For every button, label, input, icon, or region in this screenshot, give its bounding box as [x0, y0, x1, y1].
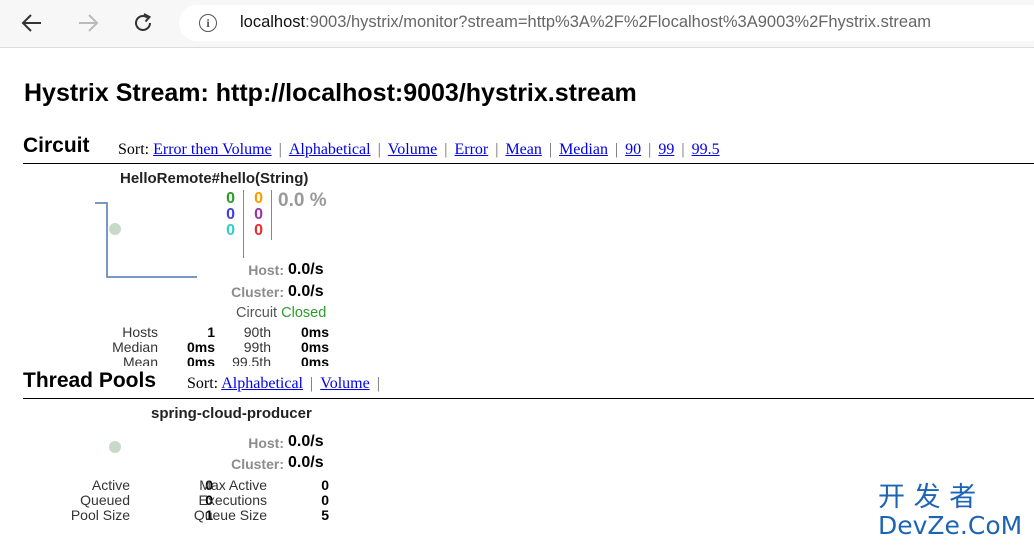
- stats-row: Hosts 1 90th 0ms: [60, 325, 335, 340]
- circuit-latency-stats: Hosts 1 90th 0ms Median 0ms 99th 0ms Mea…: [60, 325, 335, 366]
- stat-value: 0ms: [186, 354, 215, 367]
- sort-separator: |: [495, 141, 499, 158]
- url-host: localhost: [240, 13, 306, 31]
- back-button[interactable]: [15, 6, 49, 40]
- circuit-sort-error-then-volume[interactable]: Error then Volume: [153, 141, 272, 158]
- circuit-title: Circuit: [23, 134, 90, 157]
- stats-row: Mean 0ms 99.5th 0ms: [60, 354, 335, 367]
- thread-pool-health-circle: [109, 441, 121, 453]
- circuit-sort-bar: Sort: Error then Volume | Alphabetical | Vol…: [118, 141, 720, 159]
- sort-separator: |: [376, 375, 380, 392]
- back-arrow-icon: [21, 14, 41, 32]
- circuit-sort-99[interactable]: 99: [658, 141, 674, 158]
- sort-separator: |: [614, 141, 619, 158]
- sort-separator: |: [681, 141, 685, 158]
- stat-label: 99th: [243, 339, 271, 355]
- stat-value: 0ms: [300, 325, 329, 340]
- circuit-sparkline: [95, 202, 197, 278]
- stat-label: Queue Size: [193, 507, 267, 523]
- sort-separator: |: [548, 141, 553, 158]
- stat-value: 0ms: [300, 339, 329, 355]
- stat-value: 0: [321, 477, 329, 493]
- stats-row: Pool Size 1 Queue Size 5: [40, 508, 335, 523]
- forward-arrow-icon: [79, 14, 99, 32]
- circuit-sort-alphabetical[interactable]: Alphabetical: [289, 141, 371, 158]
- counts-divider: [243, 190, 244, 258]
- stat-value: 0ms: [300, 354, 329, 367]
- sort-separator: |: [444, 141, 448, 158]
- devze-watermark-logo: 开 发 者 DevZe.CoM: [878, 482, 1022, 540]
- stat-label: Median: [112, 339, 158, 355]
- sort-label: Sort:: [187, 375, 219, 392]
- circuit-divider: [23, 163, 1034, 164]
- address-bar[interactable]: i localhost:9003/hystrix/monitor?stream=…: [179, 5, 1034, 41]
- circuit-status-value: Closed: [281, 305, 327, 321]
- forward-button[interactable]: [71, 6, 105, 40]
- sort-separator: |: [278, 141, 282, 158]
- pct-divider: [271, 190, 272, 240]
- stat-label: Hosts: [122, 325, 158, 340]
- circuit-sort-90[interactable]: 90: [625, 141, 641, 158]
- cluster-rate-label: Cluster:: [231, 456, 284, 472]
- browser-toolbar: i localhost:9003/hystrix/monitor?stream=…: [0, 0, 1034, 48]
- circuit-sort-error[interactable]: Error: [454, 141, 488, 158]
- thread-pools-sort-bar: Sort: Alphabetical | Volume |: [187, 375, 387, 393]
- host-rate-label: Host:: [248, 262, 284, 278]
- sort-label: Sort:: [118, 141, 150, 158]
- pool-sort-alphabetical[interactable]: Alphabetical: [221, 375, 303, 392]
- sort-separator: |: [310, 375, 314, 392]
- info-icon[interactable]: i: [199, 14, 217, 32]
- error-percentage: 0.0 %: [278, 190, 327, 211]
- sort-separator: |: [648, 141, 652, 158]
- cluster-rate: 0.0/s: [288, 454, 324, 471]
- circuit-status: Circuit Closed: [236, 305, 326, 321]
- thread-pools-title: Thread Pools: [23, 369, 157, 392]
- stat-label: 99.5th: [232, 354, 271, 367]
- watermark-line-2: DevZe.CoM: [878, 511, 1022, 540]
- thread-pool-name: spring-cloud-producer: [151, 405, 312, 422]
- circuit-sort-mean[interactable]: Mean: [505, 141, 541, 158]
- cluster-rate-label: Cluster:: [231, 284, 284, 300]
- url-path: :9003/hystrix/monitor?stream=http%3A%2F%…: [305, 13, 932, 31]
- stat-label: 90th: [243, 325, 271, 340]
- watermark-line-1: 开 发 者: [878, 482, 976, 513]
- stat-label: Mean: [122, 354, 158, 367]
- circuit-sort-99-5[interactable]: 99.5: [692, 141, 720, 158]
- stat-value: 5: [321, 507, 329, 523]
- circuit-sort-volume[interactable]: Volume: [388, 141, 437, 158]
- pool-sort-volume[interactable]: Volume: [320, 375, 369, 392]
- stat-label: Queued: [80, 492, 130, 508]
- thread-pool-stats: Active 0 Max Active 0 Queued 0 Execution…: [40, 478, 335, 523]
- stats-row: Active 0 Max Active 0: [40, 478, 335, 493]
- host-rate-label: Host:: [248, 435, 284, 451]
- url-text: localhost:9003/hystrix/monitor?stream=ht…: [240, 13, 931, 32]
- reload-button[interactable]: [126, 6, 160, 40]
- circuit-status-label: Circuit: [236, 305, 278, 321]
- stat-label: Active: [91, 477, 130, 493]
- thread-pools-divider: [23, 398, 1034, 399]
- stat-label: Pool Size: [70, 507, 130, 523]
- stat-value: 1: [207, 325, 215, 340]
- circuit-sort-median[interactable]: Median: [559, 141, 608, 158]
- reload-icon: [135, 13, 152, 31]
- sort-separator: |: [377, 141, 381, 158]
- stats-row: Queued 0 Executions 0: [40, 493, 335, 508]
- stat-value: 0: [321, 492, 329, 508]
- bad-request-count: 0: [226, 222, 235, 239]
- page-title: Hystrix Stream: http://localhost:9003/hy…: [24, 79, 637, 107]
- host-rate: 0.0/s: [288, 261, 324, 278]
- cluster-rate: 0.0/s: [288, 283, 324, 300]
- failure-count: 0: [254, 222, 263, 239]
- stat-label: Max Active: [199, 477, 267, 493]
- host-rate: 0.0/s: [288, 433, 324, 450]
- stats-row: Median 0ms 99th 0ms: [60, 340, 335, 355]
- circuit-name: HelloRemote#hello(String): [120, 170, 309, 187]
- stat-label: Executions: [198, 492, 267, 508]
- circuit-health-circle: [109, 223, 121, 235]
- stat-value: 0ms: [186, 339, 215, 355]
